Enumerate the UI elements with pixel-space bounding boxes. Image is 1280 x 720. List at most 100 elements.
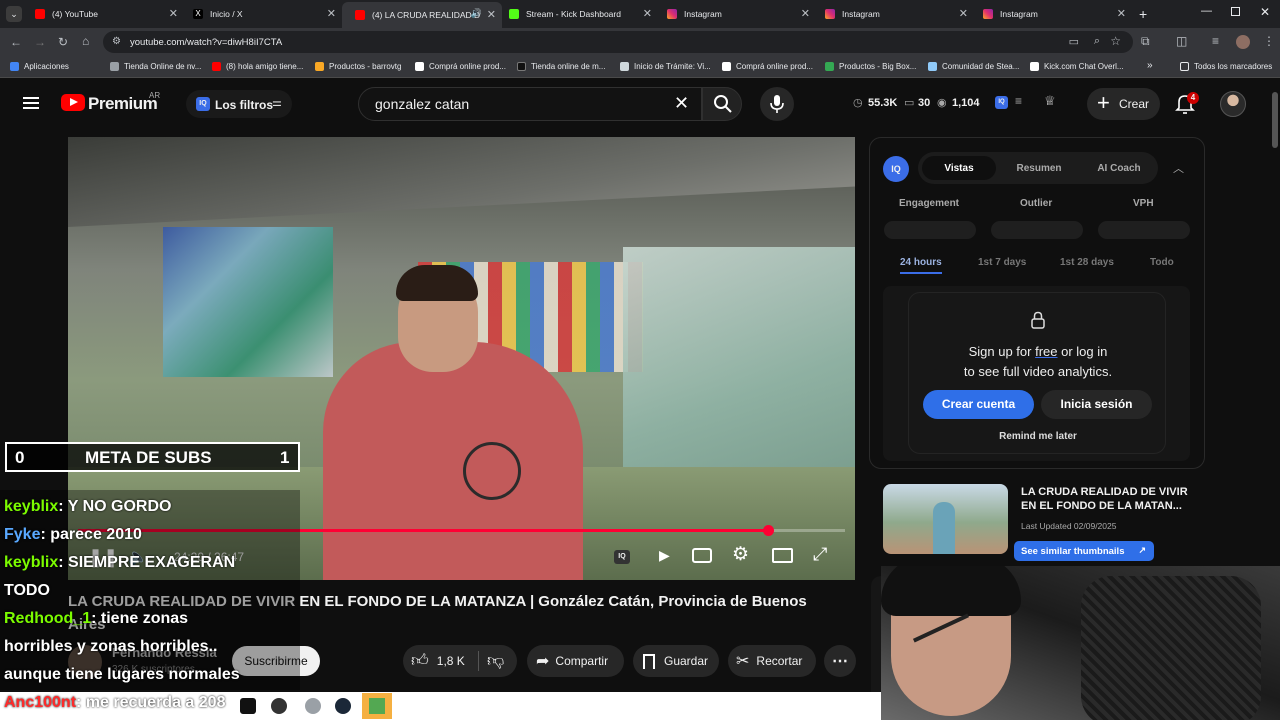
youtube-logo[interactable] bbox=[61, 94, 85, 111]
bookmark-item[interactable]: Inicio de Trámite: Vi... bbox=[620, 62, 711, 71]
more-actions-button[interactable]: ⋯ bbox=[824, 645, 856, 677]
close-tab-icon[interactable]: ✕ bbox=[1117, 7, 1126, 20]
close-tab-icon[interactable]: ✕ bbox=[959, 7, 968, 20]
browser-tab[interactable]: (4) YouTube ✕ bbox=[22, 4, 184, 24]
thumbs-down-icon[interactable]: 👎︎ bbox=[487, 650, 504, 671]
bookmark-icon bbox=[643, 653, 655, 669]
like-button[interactable]: 👍︎ 1,8 K bbox=[411, 650, 465, 671]
iq-player-icon[interactable]: IQ bbox=[614, 550, 630, 564]
create-button[interactable]: + Crear bbox=[1087, 88, 1160, 120]
bookmark-star-icon[interactable]: ☆ bbox=[1110, 34, 1121, 48]
bookmark-item[interactable]: Comunidad de Stea... bbox=[928, 62, 1019, 71]
more-bookmarks-icon[interactable]: » bbox=[1147, 60, 1153, 71]
search-button[interactable] bbox=[702, 87, 742, 121]
related-thumbnail[interactable] bbox=[883, 484, 1008, 554]
bookmark-item[interactable]: Tienda online de m... bbox=[517, 62, 605, 71]
media-control-icon[interactable]: ≡ bbox=[1212, 34, 1219, 48]
sliders-icon: ⚌ bbox=[272, 97, 282, 109]
blurred-value bbox=[991, 221, 1083, 239]
iq-badge-icon[interactable]: IQ bbox=[995, 96, 1008, 109]
hamburger-menu-icon[interactable] bbox=[23, 97, 39, 109]
all-bookmarks-folder[interactable]: Todos los marcadores bbox=[1180, 62, 1272, 71]
similar-thumbnails-button[interactable]: See similar thumbnails ↗ bbox=[1014, 541, 1154, 561]
profile-avatar[interactable] bbox=[1236, 35, 1250, 49]
bookmark-item[interactable]: Aplicaciones bbox=[10, 62, 69, 71]
theater-mode-icon[interactable] bbox=[772, 548, 793, 563]
zoom-icon[interactable]: ⌕ bbox=[1094, 35, 1100, 48]
cast-icon[interactable]: ▭ bbox=[1069, 35, 1079, 48]
browser-tab[interactable]: Stream - Kick Dashboard ✕ bbox=[496, 4, 658, 24]
bookmark-item[interactable]: Productos - Big Box... bbox=[825, 62, 916, 71]
taskbar-app-icon[interactable] bbox=[271, 698, 287, 714]
bookmark-item[interactable]: Tienda Online de nv... bbox=[110, 62, 201, 71]
related-title[interactable]: LA CRUDA REALIDAD DE VIVIR EN EL FONDO D… bbox=[1021, 485, 1199, 513]
tab-label: AI Coach bbox=[1097, 163, 1141, 174]
settings-gear-icon[interactable]: ⚙ bbox=[732, 543, 749, 566]
audio-playing-icon[interactable]: 🔊 bbox=[471, 8, 482, 19]
bookmark-item[interactable]: Comprá online prod... bbox=[415, 62, 506, 71]
browser-tab[interactable]: X Inicio / X ✕ bbox=[180, 4, 342, 24]
bookmark-item[interactable]: Kick.com Chat Overl... bbox=[1030, 62, 1124, 71]
bookmark-item[interactable]: (8) hola amigo tiene... bbox=[212, 62, 303, 71]
browser-tab[interactable]: Instagram ✕ bbox=[970, 4, 1132, 24]
range-28-days[interactable]: 1st 28 days bbox=[1060, 257, 1114, 268]
browser-tab-active[interactable]: (4) LA CRUDA REALIDAD D 🔊 ✕ bbox=[342, 2, 502, 28]
login-button[interactable]: Inicia sesión bbox=[1041, 390, 1152, 419]
filters-button[interactable]: IQ Los filtros ⚌ bbox=[186, 90, 292, 118]
forward-arrow-icon[interactable]: → bbox=[34, 35, 46, 49]
back-arrow-icon[interactable]: ← bbox=[10, 35, 22, 49]
menu-kebab-icon[interactable]: ⋮ bbox=[1263, 34, 1275, 48]
more-horizontal-icon: ⋯ bbox=[832, 653, 848, 670]
site-info-icon[interactable]: ⚙ bbox=[112, 36, 121, 47]
home-icon[interactable]: ⌂ bbox=[82, 34, 89, 48]
list-icon[interactable]: ≡ bbox=[1015, 94, 1022, 108]
save-button[interactable]: Guardar bbox=[633, 645, 719, 677]
close-tab-icon[interactable]: ✕ bbox=[801, 7, 810, 20]
clip-button[interactable]: ✂ Recortar bbox=[728, 645, 816, 677]
range-7-days[interactable]: 1st 7 days bbox=[978, 257, 1026, 268]
restore-icon[interactable] bbox=[1231, 7, 1240, 16]
share-button[interactable]: ➦ Compartir bbox=[527, 645, 624, 677]
close-tab-icon[interactable]: ✕ bbox=[643, 7, 652, 20]
tab-resumen[interactable]: Resumen bbox=[1002, 156, 1076, 180]
chat-username: keyblix bbox=[4, 498, 59, 515]
taskbar-app-icon[interactable] bbox=[240, 698, 256, 714]
fullscreen-icon[interactable]: ⤢ bbox=[813, 544, 827, 565]
remind-later-link[interactable]: Remind me later bbox=[909, 431, 1167, 442]
voice-search-button[interactable] bbox=[760, 87, 794, 121]
iq-logo-icon: IQ bbox=[883, 156, 909, 182]
collapse-chevron-icon[interactable]: ︿ bbox=[1173, 160, 1184, 176]
search-input[interactable]: gonzalez catan ✕ bbox=[358, 87, 702, 121]
range-24-hours[interactable]: 24 hours bbox=[900, 257, 942, 268]
youtube-favicon-icon bbox=[35, 9, 45, 19]
taskbar-app-icon[interactable] bbox=[305, 698, 321, 714]
browser-tab[interactable]: Instagram ✕ bbox=[654, 4, 816, 24]
tab-search-icon[interactable]: ⌄ bbox=[6, 6, 22, 22]
close-tab-icon[interactable]: ✕ bbox=[169, 7, 178, 20]
trophy-icon[interactable]: ♕ bbox=[1044, 93, 1056, 109]
close-tab-icon[interactable]: ✕ bbox=[327, 7, 336, 20]
bookmark-item[interactable]: Productos - barrovtg bbox=[315, 62, 401, 71]
autoplay-icon[interactable]: ▶ bbox=[659, 547, 670, 564]
popup-free-link[interactable]: free bbox=[1035, 344, 1057, 359]
scissors-icon: ✂ bbox=[736, 653, 750, 670]
clear-search-icon[interactable]: ✕ bbox=[674, 93, 689, 114]
url-input[interactable]: ⚙ youtube.com/watch?v=diwH8iI7CTA ▭ ⌕ ☆ bbox=[103, 31, 1133, 53]
steam-taskbar-icon[interactable] bbox=[335, 698, 351, 714]
tab-ai-coach[interactable]: AI Coach bbox=[1082, 156, 1156, 180]
extensions-icon[interactable]: ⧉ bbox=[1141, 34, 1150, 49]
close-window-icon[interactable]: ✕ bbox=[1260, 5, 1270, 19]
extension-icon[interactable]: ◫ bbox=[1176, 34, 1187, 48]
bookmark-item[interactable]: Comprá online prod... bbox=[722, 62, 813, 71]
close-tab-icon[interactable]: ✕ bbox=[487, 8, 496, 21]
page-scrollbar[interactable] bbox=[1272, 92, 1278, 148]
range-all[interactable]: Todo bbox=[1150, 257, 1174, 268]
tab-vistas[interactable]: Vistas bbox=[922, 156, 996, 180]
minimize-icon[interactable]: — bbox=[1201, 5, 1212, 17]
browser-tab[interactable]: Instagram ✕ bbox=[812, 4, 974, 24]
new-tab-icon[interactable]: + bbox=[1139, 6, 1147, 22]
account-avatar[interactable] bbox=[1220, 91, 1246, 117]
subtitles-icon[interactable] bbox=[692, 548, 712, 563]
create-account-button[interactable]: Crear cuenta bbox=[923, 390, 1034, 419]
reload-icon[interactable]: ↻ bbox=[58, 35, 68, 49]
